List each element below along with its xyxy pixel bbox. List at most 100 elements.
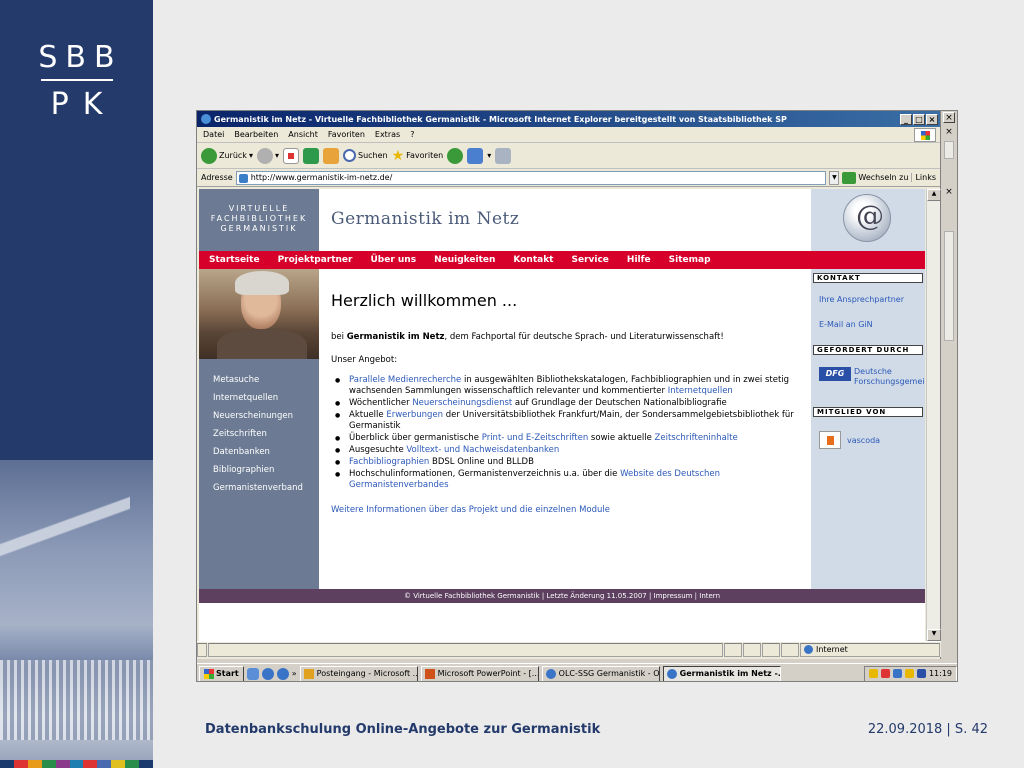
- history-icon[interactable]: [447, 147, 464, 164]
- list-item: Parallele Medienrecherche in ausgewählte…: [335, 375, 799, 397]
- chevron-down-icon[interactable]: ▾: [487, 151, 491, 160]
- window-title: Germanistik im Netz - Virtuelle Fachbibl…: [214, 114, 787, 124]
- offer-link[interactable]: Volltext- und Nachweisdatenbanken: [406, 445, 559, 455]
- mini-scrollbar[interactable]: [944, 141, 954, 159]
- sidebar-item-bibliographien[interactable]: Bibliographien: [199, 461, 319, 479]
- nav-neuigkeiten[interactable]: Neuigkeiten: [434, 255, 495, 265]
- tray-icon[interactable]: [904, 669, 914, 678]
- sidebar-item-germanistenverband[interactable]: Germanistenverband: [199, 479, 319, 497]
- offer-link[interactable]: Parallele Medienrecherche: [349, 375, 461, 385]
- dfg-link[interactable]: DFG Deutsche Forschungsgemeinschaft: [811, 367, 925, 387]
- offer-link[interactable]: Neuerscheinungsdienst: [412, 398, 512, 408]
- desktop-icon[interactable]: [246, 667, 259, 680]
- windows-flag-icon: [204, 668, 214, 679]
- color-bar-segment: [27, 760, 42, 768]
- favorites-button[interactable]: ★ Favoriten: [392, 148, 444, 164]
- sidebar-item-zeitschriften[interactable]: Zeitschriften: [199, 425, 319, 443]
- tray-icon[interactable]: [916, 669, 926, 678]
- sidebar-item-internetquellen[interactable]: Internetquellen: [199, 389, 319, 407]
- zone-label: Internet: [816, 645, 848, 654]
- site-title: Germanistik im Netz: [331, 209, 520, 229]
- tray-icon[interactable]: [868, 669, 878, 678]
- menu-favoriten[interactable]: Favoriten: [328, 130, 365, 139]
- site-logo[interactable]: VIRTUELLE FACHBIBLIOTHEK GERMANISTIK: [199, 189, 319, 251]
- ie-window: Germanistik im Netz - Virtuelle Fachbibl…: [197, 111, 941, 659]
- status-text: [208, 642, 723, 657]
- minimize-button[interactable]: _: [900, 113, 912, 125]
- welcome-heading: Herzlich willkommen ...: [331, 291, 518, 310]
- start-button[interactable]: Start: [199, 665, 244, 681]
- nav-hilfe[interactable]: Hilfe: [627, 255, 651, 265]
- scroll-down-icon[interactable]: ▼: [927, 629, 941, 641]
- list-item: Aktuelle Erwerbungen der Universitätsbib…: [335, 410, 799, 432]
- nav-service[interactable]: Service: [571, 255, 608, 265]
- close-icon[interactable]: ×: [943, 127, 955, 138]
- nav-kontakt[interactable]: Kontakt: [513, 255, 553, 265]
- more-info-link[interactable]: Weitere Informationen über das Projekt u…: [331, 505, 799, 515]
- window-titlebar[interactable]: Germanistik im Netz - Virtuelle Fachbibl…: [197, 111, 940, 127]
- side-scrollbar[interactable]: [944, 231, 954, 341]
- offer-link[interactable]: Print- und E-Zeitschriften: [482, 433, 589, 443]
- close-button[interactable]: ×: [926, 113, 938, 125]
- vascoda-link[interactable]: vascoda: [811, 431, 925, 449]
- list-item: Fachbibliographien BDSL Online und BLLDB: [335, 457, 799, 468]
- task-outlook[interactable]: Posteingang - Microsoft ...: [299, 665, 418, 681]
- vertical-scrollbar[interactable]: ▲ ▼: [926, 189, 941, 641]
- menu-ansicht[interactable]: Ansicht: [288, 130, 318, 139]
- home-icon[interactable]: [322, 147, 339, 164]
- offer-text: Überblick über germanistische: [349, 433, 482, 443]
- address-value: http://www.germanistik-im-netz.de/: [250, 173, 393, 182]
- chevron-down-icon[interactable]: ▾: [275, 151, 279, 160]
- links-button[interactable]: Links: [911, 173, 936, 182]
- back-button[interactable]: Zurück ▾: [201, 147, 253, 164]
- nav-ueber-uns[interactable]: Über uns: [370, 255, 416, 265]
- mail-icon[interactable]: [467, 147, 484, 164]
- close-icon[interactable]: ×: [943, 112, 955, 123]
- slide-footer-title: Datenbankschulung Online-Angebote zur Ge…: [205, 722, 601, 737]
- offer-text: Wöchentlicher: [349, 398, 413, 408]
- contact-persons-link[interactable]: Ihre Ansprechpartner: [811, 295, 925, 304]
- chevron-right-icon[interactable]: »: [292, 669, 297, 678]
- status-seg: [724, 642, 742, 657]
- search-label: Suchen: [357, 151, 388, 160]
- refresh-icon[interactable]: [302, 147, 319, 164]
- sidebar-item-metasuche[interactable]: Metasuche: [199, 371, 319, 389]
- offer-link[interactable]: Fachbibliographien: [349, 457, 429, 467]
- ie-icon[interactable]: [261, 667, 274, 680]
- offer-link[interactable]: Erwerbungen: [386, 410, 443, 420]
- chevron-down-icon[interactable]: ▾: [249, 151, 253, 160]
- menu-extras[interactable]: Extras: [375, 130, 400, 139]
- ie-icon[interactable]: [276, 667, 289, 680]
- toolbar: Zurück ▾ ▾ Suchen ★ Favoriten ▾: [197, 143, 940, 169]
- clock[interactable]: 11:19: [929, 669, 952, 678]
- site-sidebar: Metasuche Internetquellen Neuerscheinung…: [199, 359, 319, 589]
- sidebar-item-datenbanken[interactable]: Datenbanken: [199, 443, 319, 461]
- tray-icon[interactable]: [892, 669, 902, 678]
- nav-projektpartner[interactable]: Projektpartner: [278, 255, 353, 265]
- menu-datei[interactable]: Datei: [203, 130, 224, 139]
- tray-icon[interactable]: [880, 669, 890, 678]
- menu-bearbeiten[interactable]: Bearbeiten: [234, 130, 278, 139]
- search-button[interactable]: Suchen: [342, 149, 388, 162]
- scroll-up-icon[interactable]: ▲: [927, 189, 941, 201]
- nav-startseite[interactable]: Startseite: [209, 255, 260, 265]
- close-icon[interactable]: ×: [943, 187, 955, 198]
- maximize-button[interactable]: □: [913, 113, 925, 125]
- task-powerpoint[interactable]: Microsoft PowerPoint - [...: [420, 665, 539, 681]
- email-link[interactable]: E-Mail an GiN: [811, 320, 925, 329]
- go-button[interactable]: Wechseln zu: [842, 171, 908, 184]
- nav-sitemap[interactable]: Sitemap: [669, 255, 711, 265]
- sidebar-item-neuerscheinungen[interactable]: Neuerscheinungen: [199, 407, 319, 425]
- forward-button[interactable]: ▾: [256, 147, 279, 164]
- task-olc-ssg[interactable]: OLC-SSG Germanistik - O...: [541, 665, 660, 681]
- print-icon[interactable]: [495, 147, 512, 164]
- address-input[interactable]: http://www.germanistik-im-netz.de/: [235, 170, 827, 185]
- ie-icon: [201, 114, 211, 124]
- task-germanistik[interactable]: Germanistik im Netz -...: [662, 665, 781, 681]
- color-bar-segment: [0, 760, 14, 768]
- address-dropdown[interactable]: ▼: [829, 170, 840, 185]
- menu-help[interactable]: ?: [410, 130, 414, 139]
- stop-icon[interactable]: [282, 147, 299, 164]
- offer-link[interactable]: Internetquellen: [668, 386, 733, 396]
- offer-link[interactable]: Zeitschrifteninhalte: [655, 433, 738, 443]
